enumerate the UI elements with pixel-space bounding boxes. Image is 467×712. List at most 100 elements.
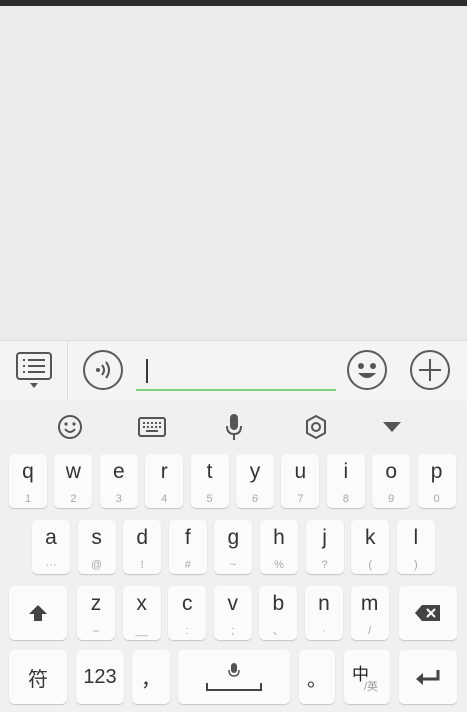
key-secondary-label: ? bbox=[321, 559, 328, 571]
key-t[interactable]: t5 bbox=[190, 454, 229, 508]
key-label: k bbox=[364, 526, 376, 549]
key-secondary-label: % bbox=[274, 559, 284, 571]
key-h[interactable]: h% bbox=[260, 520, 298, 574]
chat-area bbox=[0, 6, 467, 340]
key-i[interactable]: i8 bbox=[326, 454, 365, 508]
key-secondary-label: – bbox=[92, 625, 100, 637]
key-label: r bbox=[160, 460, 168, 483]
key-secondary-label: 6 bbox=[251, 493, 259, 505]
backspace-icon bbox=[415, 605, 440, 621]
key-secondary-label: 1 bbox=[24, 493, 32, 505]
key-label: t bbox=[206, 460, 213, 483]
space-key[interactable] bbox=[178, 650, 290, 704]
key-j[interactable]: j? bbox=[305, 520, 344, 574]
key-label: v bbox=[227, 592, 239, 615]
enter-key[interactable] bbox=[399, 650, 457, 704]
shift-icon bbox=[29, 605, 47, 621]
key-f[interactable]: f # bbox=[168, 520, 207, 574]
key-e[interactable]: e3 bbox=[99, 454, 138, 508]
key-secondary-label: # bbox=[184, 559, 191, 571]
voice-icon[interactable] bbox=[83, 350, 123, 390]
key-secondary-label: @ bbox=[91, 559, 103, 571]
key-b[interactable]: b、 bbox=[259, 586, 298, 640]
key-d[interactable]: d! bbox=[123, 520, 162, 574]
key-label: x bbox=[136, 592, 147, 615]
key-secondary-label: 2 bbox=[70, 493, 77, 505]
key-s[interactable]: s @ bbox=[77, 520, 116, 574]
keyboard: 符 123 ， 。 中 /英 q 1 w 2 e 3 r 4 t 5 y 6 u 7 i 8 o 9 p 0 a ··· s… bbox=[0, 401, 467, 712]
key-label: m bbox=[360, 592, 379, 615]
key-o[interactable]: o9 bbox=[372, 454, 411, 508]
backspace-key[interactable] bbox=[399, 586, 457, 640]
divider bbox=[67, 341, 68, 401]
key-secondary-label: __ bbox=[135, 625, 148, 637]
key-label: f bbox=[184, 526, 191, 549]
key-k[interactable]: k( bbox=[351, 520, 390, 574]
key-secondary-label: 、 bbox=[272, 625, 284, 637]
symbols-key-label: 符 bbox=[28, 668, 48, 691]
key-secondary-label: 9 bbox=[388, 493, 395, 505]
numbers-key-label: 123 bbox=[83, 665, 117, 688]
space-bar-icon bbox=[206, 683, 262, 691]
key-label: q bbox=[22, 460, 34, 483]
key-secondary-label: · bbox=[322, 625, 326, 637]
key-label: z bbox=[90, 592, 102, 615]
key-a[interactable]: a ··· bbox=[32, 520, 70, 574]
key-secondary-label: / bbox=[368, 625, 372, 637]
numbers-key[interactable]: 123 bbox=[76, 650, 124, 704]
key-c[interactable]: c: bbox=[168, 586, 207, 640]
key-g[interactable]: g ~ bbox=[214, 520, 253, 574]
key-r[interactable]: r4 bbox=[145, 454, 184, 508]
key-label: w bbox=[65, 460, 81, 483]
key-v[interactable]: v; bbox=[213, 586, 252, 640]
emoji-panel-icon[interactable] bbox=[54, 411, 86, 443]
key-m[interactable]: m / bbox=[350, 586, 389, 640]
message-input[interactable] bbox=[136, 353, 336, 391]
key-w[interactable]: w2 bbox=[54, 454, 93, 508]
plus-icon[interactable] bbox=[410, 350, 450, 390]
key-secondary-label: ~ bbox=[230, 559, 237, 571]
key-label: i bbox=[343, 460, 349, 483]
key-z[interactable]: z – bbox=[77, 586, 115, 640]
key-label: n bbox=[318, 592, 330, 615]
keyboard-icon[interactable] bbox=[136, 411, 168, 443]
symbols-key[interactable]: 符 bbox=[9, 650, 67, 704]
key-label: p bbox=[430, 460, 443, 483]
period-key[interactable]: 。 bbox=[299, 650, 335, 704]
key-label: o bbox=[385, 460, 398, 483]
settings-icon[interactable] bbox=[300, 411, 332, 443]
comma-key[interactable]: ， bbox=[132, 650, 170, 704]
key-q[interactable]: q1 bbox=[9, 454, 47, 508]
shift-key[interactable] bbox=[9, 586, 67, 640]
key-secondary-label: ! bbox=[140, 559, 144, 571]
key-secondary-label: 5 bbox=[206, 493, 213, 505]
key-l[interactable]: l) bbox=[396, 520, 435, 574]
key-y[interactable]: y6 bbox=[236, 454, 274, 508]
key-label: l bbox=[413, 526, 419, 549]
key-x[interactable]: x __ bbox=[122, 586, 161, 640]
key-label: g bbox=[227, 526, 240, 549]
emoji-icon[interactable] bbox=[347, 350, 387, 390]
key-secondary-label: 0 bbox=[433, 493, 440, 505]
key-secondary-label: 4 bbox=[161, 493, 168, 505]
text-caret bbox=[146, 359, 148, 383]
key-label: u bbox=[294, 460, 307, 483]
microphone-icon[interactable] bbox=[218, 411, 250, 443]
key-secondary-label: 8 bbox=[342, 493, 349, 505]
key-label: d bbox=[136, 526, 149, 549]
enter-icon bbox=[416, 670, 440, 685]
key-label: e bbox=[112, 460, 125, 483]
key-p[interactable]: p0 bbox=[417, 454, 456, 508]
menu-list-icon[interactable] bbox=[14, 351, 54, 391]
period-key-label: 。 bbox=[307, 668, 327, 691]
key-u[interactable]: u7 bbox=[281, 454, 320, 508]
language-switch-key[interactable]: 中 /英 bbox=[344, 650, 390, 704]
key-label: c bbox=[181, 592, 193, 615]
key-secondary-label: ; bbox=[231, 625, 235, 637]
key-label: y bbox=[249, 460, 261, 483]
collapse-keyboard-icon[interactable] bbox=[376, 411, 408, 443]
key-secondary-label: ··· bbox=[45, 559, 57, 571]
key-label: s bbox=[91, 526, 102, 549]
lang-sub-label: /英 bbox=[364, 681, 379, 693]
key-n[interactable]: n · bbox=[305, 586, 343, 640]
